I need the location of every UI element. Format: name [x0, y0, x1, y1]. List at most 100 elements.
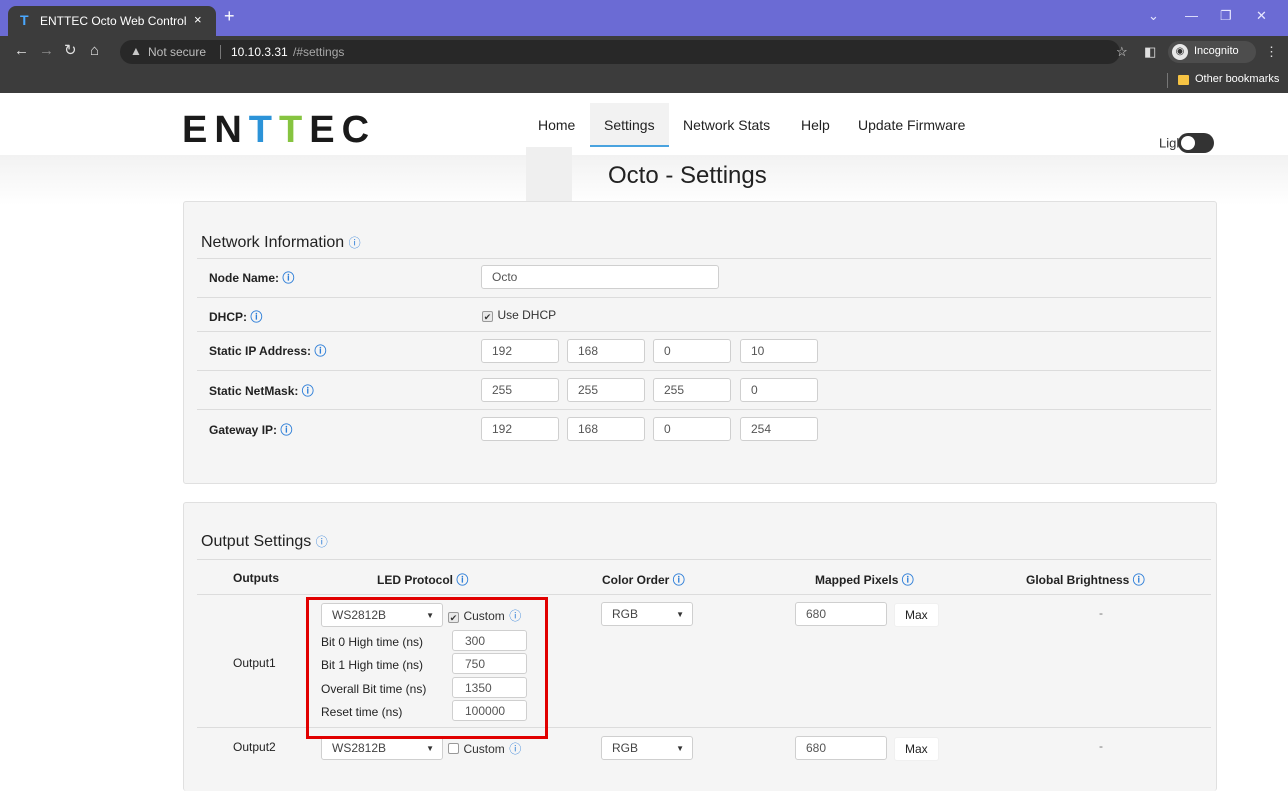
output2-max-button[interactable]: Max — [894, 737, 939, 761]
nav-home[interactable]: Home — [538, 103, 575, 147]
col-color-order: Color Order ⓘ — [602, 571, 685, 588]
close-window-icon[interactable]: ✕ — [1256, 8, 1267, 24]
enttec-favicon-icon: T — [20, 12, 29, 28]
static-netmask-label: Static NetMask: ⓘ — [209, 384, 314, 398]
col-text: Mapped Pixels — [815, 573, 899, 587]
toggle-knob — [1181, 136, 1195, 150]
row-divider — [197, 331, 1211, 332]
netmask-octet-3[interactable]: 255 — [653, 378, 731, 402]
nav-help[interactable]: Help — [801, 103, 830, 147]
col-text: Color Order — [602, 573, 670, 587]
info-icon[interactable]: ⓘ — [673, 573, 685, 587]
gateway-octet-1[interactable]: 192 — [481, 417, 559, 441]
output1-mapped-pixels-input[interactable]: 680 — [795, 602, 887, 626]
output2-custom-checkbox[interactable] — [448, 743, 459, 754]
nav-network-stats[interactable]: Network Stats — [683, 103, 770, 147]
tab-close-icon[interactable]: × — [194, 12, 202, 27]
url-host[interactable]: 10.10.3.31 — [231, 45, 288, 59]
tab-search-chevron-icon[interactable]: ⌄ — [1148, 8, 1159, 24]
home-icon[interactable]: ⌂ — [90, 43, 99, 59]
output2-custom-group[interactable]: Custom ⓘ — [448, 740, 521, 758]
netmask-octet-4[interactable]: 0 — [740, 378, 818, 402]
static-ip-octet-3[interactable]: 0 — [653, 339, 731, 363]
netmask-octet-1[interactable]: 255 — [481, 378, 559, 402]
output2-protocol-select[interactable]: WS2812B ▼ — [321, 736, 443, 760]
static-ip-octet-2[interactable]: 168 — [567, 339, 645, 363]
page-title: Octo - Settings — [608, 162, 767, 189]
row-divider — [197, 297, 1211, 298]
info-icon[interactable]: ⓘ — [902, 573, 914, 587]
select-value: RGB — [612, 741, 639, 755]
title-band-tab — [526, 147, 572, 205]
info-icon[interactable]: ⓘ — [282, 271, 294, 285]
node-name-label: Node Name: ⓘ — [209, 271, 295, 285]
netmask-octet-2[interactable]: 255 — [567, 378, 645, 402]
menu-kebab-icon[interactable]: ⋮ — [1265, 44, 1278, 60]
info-icon[interactable]: ⓘ — [456, 573, 468, 587]
static-ip-octet-4[interactable]: 10 — [740, 339, 818, 363]
forward-icon[interactable]: → — [39, 43, 54, 59]
dropdown-arrow-icon: ▼ — [426, 744, 434, 753]
nav-settings[interactable]: Settings — [590, 103, 669, 147]
col-text: LED Protocol — [377, 573, 454, 587]
bookmarks-bar: Other bookmarks — [0, 68, 1288, 93]
info-icon[interactable]: ⓘ — [250, 310, 262, 324]
info-icon[interactable]: ⓘ — [349, 236, 361, 250]
restore-icon[interactable]: ❐ — [1220, 8, 1232, 24]
row-divider — [197, 409, 1211, 410]
select-value: RGB — [612, 607, 639, 621]
row-divider — [197, 594, 1211, 595]
minimize-icon[interactable]: — — [1185, 8, 1198, 23]
other-bookmarks-link[interactable]: Other bookmarks — [1195, 73, 1279, 85]
browser-toolbar: ← → ↻ ⌂ ▲ Not secure 10.10.3.31 /#settin… — [0, 36, 1288, 68]
address-bar[interactable]: ▲ Not secure 10.10.3.31 /#settings — [120, 40, 1120, 64]
incognito-label: Incognito — [1194, 45, 1239, 57]
output2-color-order-select[interactable]: RGB ▼ — [601, 736, 693, 760]
info-icon[interactable]: ⓘ — [302, 384, 314, 398]
main-nav: Home Settings Network Stats Help Update … — [0, 103, 1288, 147]
incognito-badge[interactable]: ◉ Incognito — [1168, 41, 1256, 63]
info-icon[interactable]: ⓘ — [314, 344, 326, 358]
new-tab-icon[interactable]: + — [224, 7, 235, 25]
info-icon[interactable]: ⓘ — [316, 535, 328, 549]
label-text: Gateway IP — [209, 423, 274, 437]
output2-mapped-pixels-input[interactable]: 680 — [795, 736, 887, 760]
dropdown-arrow-icon: ▼ — [676, 744, 684, 753]
browser-tab[interactable]: T ENTTEC Octo Web Control × — [8, 6, 216, 36]
dhcp-checkbox-group[interactable]: ✔ Use DHCP — [482, 306, 556, 324]
select-value: WS2812B — [332, 741, 387, 755]
back-icon[interactable]: ← — [14, 43, 29, 59]
network-information-panel: Network Information ⓘ Node Name: ⓘ Octo … — [183, 201, 1217, 484]
col-mapped-pixels: Mapped Pixels ⓘ — [815, 571, 914, 588]
reload-icon[interactable]: ↻ — [64, 43, 77, 59]
tab-title: ENTTEC Octo Web Control — [40, 14, 187, 28]
info-icon[interactable]: ⓘ — [509, 742, 521, 756]
gateway-ip-label: Gateway IP: ⓘ — [209, 423, 293, 437]
col-led-protocol: LED Protocol ⓘ — [377, 571, 468, 588]
theme-toggle[interactable] — [1178, 133, 1214, 153]
dhcp-label: DHCP: ⓘ — [209, 310, 263, 324]
output-settings-title: Output Settings ⓘ — [201, 533, 328, 551]
output2-brightness: - — [1099, 739, 1103, 753]
dhcp-checkbox[interactable]: ✔ — [482, 311, 493, 322]
node-name-input[interactable]: Octo — [481, 265, 719, 289]
info-icon[interactable]: ⓘ — [280, 423, 292, 437]
bookmark-star-icon[interactable]: ☆ — [1116, 44, 1128, 60]
dhcp-checkbox-label[interactable]: Use DHCP — [497, 308, 556, 322]
warning-icon[interactable]: ▲ — [130, 44, 142, 58]
nav-update-firmware[interactable]: Update Firmware — [858, 103, 965, 147]
col-outputs: Outputs — [233, 571, 279, 585]
custom-label[interactable]: Custom — [463, 742, 504, 756]
incognito-icon: ◉ — [1172, 44, 1188, 60]
side-panel-icon[interactable]: ◧ — [1144, 44, 1156, 60]
gateway-octet-3[interactable]: 0 — [653, 417, 731, 441]
static-ip-octet-1[interactable]: 192 — [481, 339, 559, 363]
security-label[interactable]: Not secure — [148, 45, 206, 59]
output1-color-order-select[interactable]: RGB ▼ — [601, 602, 693, 626]
info-icon[interactable]: ⓘ — [1133, 573, 1145, 587]
section-title-text: Network Information — [201, 234, 345, 251]
output1-max-button[interactable]: Max — [894, 603, 939, 627]
url-path[interactable]: /#settings — [293, 45, 344, 59]
gateway-octet-2[interactable]: 168 — [567, 417, 645, 441]
gateway-octet-4[interactable]: 254 — [740, 417, 818, 441]
